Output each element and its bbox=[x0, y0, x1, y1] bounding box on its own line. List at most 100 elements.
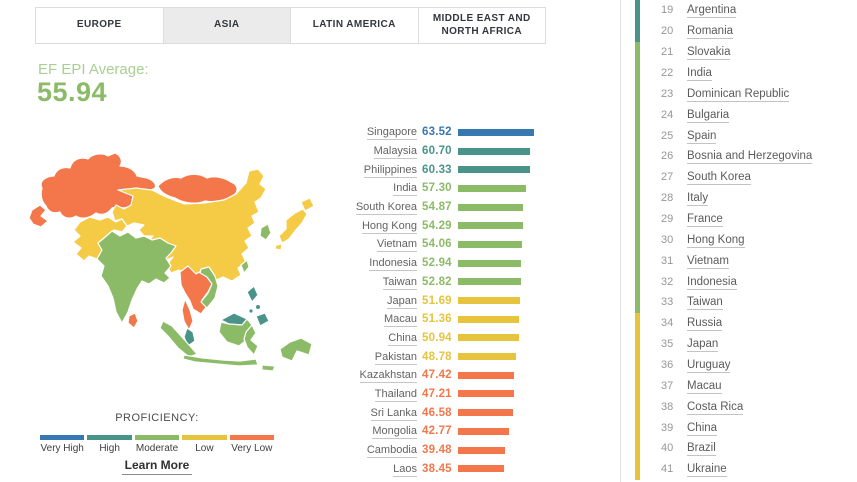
rank-band-strip bbox=[635, 41, 640, 63]
chart-country-link[interactable]: China bbox=[388, 331, 417, 346]
chart-value: 47.21 bbox=[422, 387, 452, 400]
map-philippines-visayas[interactable] bbox=[254, 303, 262, 311]
chart-country-link[interactable]: Malaysia bbox=[373, 145, 417, 160]
chart-row: Singapore 63.52 bbox=[340, 123, 622, 142]
map-kazakhstan-west[interactable] bbox=[28, 204, 49, 228]
rank-number: 34 bbox=[661, 317, 674, 330]
rank-country-link[interactable]: Spain bbox=[687, 129, 717, 144]
chart-row: India 57.30 bbox=[340, 179, 622, 198]
map-india[interactable] bbox=[96, 230, 177, 324]
rank-number: 38 bbox=[661, 400, 674, 413]
region-tab[interactable]: ASIA bbox=[162, 8, 290, 43]
rank-country-link[interactable]: Uruguay bbox=[687, 359, 731, 374]
chart-bar bbox=[458, 166, 530, 174]
chart-row: Laos 38.45 bbox=[340, 459, 622, 478]
chart-row: Kazakhstan 47.42 bbox=[340, 366, 622, 385]
epi-average-value: 55.94 bbox=[37, 77, 108, 107]
rank-number: 32 bbox=[661, 275, 674, 288]
rank-country: Vietnam bbox=[687, 254, 729, 269]
rank-country-link[interactable]: Vietnam bbox=[687, 254, 729, 269]
region-tab[interactable]: MIDDLE EAST AND NORTH AFRICA bbox=[417, 8, 546, 43]
rank-country-link[interactable]: Brazil bbox=[687, 442, 716, 457]
rank-country-link[interactable]: Macau bbox=[687, 379, 722, 394]
rank-number: 28 bbox=[661, 192, 674, 205]
ranking-row: 24 Bulgaria bbox=[621, 104, 857, 126]
region-tab[interactable]: EUROPE bbox=[36, 8, 163, 43]
rank-number: 33 bbox=[661, 296, 674, 309]
chart-country-link[interactable]: Cambodia bbox=[366, 444, 417, 459]
chart-country-link[interactable]: Macau bbox=[383, 313, 417, 328]
rank-number: 21 bbox=[661, 46, 674, 59]
rank-country-link[interactable]: Taiwan bbox=[687, 296, 723, 311]
chart-country-link[interactable]: India bbox=[393, 182, 417, 197]
rank-country-link[interactable]: China bbox=[687, 421, 718, 436]
chart-value: 57.30 bbox=[422, 182, 452, 195]
chart-country-link[interactable]: Thailand bbox=[374, 387, 417, 402]
rank-country-link[interactable]: India bbox=[687, 67, 712, 81]
chart-country-link[interactable]: South Korea bbox=[355, 201, 417, 216]
map-south-korea[interactable] bbox=[259, 223, 272, 241]
chart-row: Cambodia 39.48 bbox=[340, 441, 622, 460]
ranking-row: 22 India bbox=[621, 62, 857, 84]
rank-number: 39 bbox=[661, 421, 674, 434]
map-indonesia-java[interactable] bbox=[182, 354, 259, 367]
map-philippines-island[interactable] bbox=[248, 308, 254, 314]
learn-more-link[interactable]: Learn More bbox=[121, 458, 193, 475]
chart-country-link[interactable]: Pakistan bbox=[374, 350, 417, 365]
chart-value: 50.94 bbox=[422, 331, 452, 344]
map-japan-kyushu[interactable] bbox=[274, 243, 283, 251]
map-philippines-mindanao[interactable] bbox=[255, 312, 270, 327]
chart-country-link[interactable]: Philippines bbox=[363, 163, 417, 178]
region-tab[interactable]: LATIN AMERICA bbox=[290, 8, 418, 43]
rank-country-link[interactable]: Ukraine bbox=[687, 463, 727, 478]
rank-country-link[interactable]: Russia bbox=[687, 317, 723, 332]
chart-country-link[interactable]: Japan bbox=[387, 294, 417, 309]
rank-country-link[interactable]: Bulgaria bbox=[687, 108, 730, 123]
chart-country-link[interactable]: Kazakhstan bbox=[359, 369, 417, 384]
rank-country-link[interactable]: France bbox=[687, 213, 723, 228]
ranking-row: 19 Argentina bbox=[621, 0, 857, 21]
rank-country-link[interactable]: Romania bbox=[687, 25, 734, 40]
rank-country-link[interactable]: Bosnia and Herzegovina bbox=[687, 150, 813, 165]
chart-country-link[interactable]: Vietnam bbox=[376, 238, 417, 253]
rank-country-link[interactable]: Indonesia bbox=[687, 275, 737, 290]
rank-country: India bbox=[687, 67, 712, 81]
map-indonesia-lesser-sunda[interactable] bbox=[261, 364, 276, 372]
map-sri-lanka[interactable] bbox=[127, 312, 139, 329]
rank-country-link[interactable]: Japan bbox=[687, 338, 719, 353]
chart-bar bbox=[458, 427, 509, 435]
ranking-row: 41 Ukraine bbox=[621, 458, 857, 480]
rank-country-link[interactable]: Costa Rica bbox=[687, 400, 744, 415]
map-philippines-luzon[interactable] bbox=[246, 285, 259, 303]
rank-country-link[interactable]: Argentina bbox=[687, 4, 737, 19]
rank-band-strip bbox=[635, 20, 640, 42]
chart-country-link[interactable]: Laos bbox=[393, 462, 417, 477]
chart-country-link[interactable]: Indonesia bbox=[369, 257, 417, 272]
rank-country-link[interactable]: Italy bbox=[687, 192, 709, 207]
proficiency-legend-title: PROFICIENCY: bbox=[115, 412, 199, 424]
chart-row: Thailand 47.21 bbox=[340, 385, 622, 404]
rank-country-link[interactable]: Hong Kong bbox=[687, 233, 745, 248]
chart-country: Macau bbox=[340, 313, 417, 328]
rank-band-strip bbox=[635, 125, 640, 147]
rank-country-link[interactable]: Dominican Republic bbox=[687, 87, 790, 102]
chart-country-link[interactable]: Sri Lanka bbox=[370, 406, 417, 421]
chart-country-link[interactable]: Mongolia bbox=[372, 425, 417, 440]
chart-country: Laos bbox=[340, 462, 417, 477]
rank-country: Ukraine bbox=[687, 463, 727, 478]
rank-country-link[interactable]: South Korea bbox=[687, 171, 751, 186]
map-indonesia-papua[interactable] bbox=[279, 337, 313, 362]
chart-country-link[interactable]: Taiwan bbox=[382, 275, 417, 290]
chart-value: 51.36 bbox=[422, 313, 452, 326]
rank-country-link[interactable]: Slovakia bbox=[687, 46, 731, 61]
chart-bar bbox=[458, 240, 522, 248]
rank-band-strip bbox=[635, 166, 640, 188]
tab-label: ASIA bbox=[214, 19, 240, 31]
chart-country-link[interactable]: Hong Kong bbox=[361, 219, 417, 234]
chart-value: 38.45 bbox=[422, 462, 452, 475]
map-japan-honshu[interactable] bbox=[278, 208, 308, 244]
ranking-row: 34 Russia bbox=[621, 312, 857, 334]
tab-label: LATIN AMERICA bbox=[312, 19, 396, 31]
chart-country-link[interactable]: Singapore bbox=[366, 126, 417, 141]
ranking-row: 37 Macau bbox=[621, 375, 857, 397]
